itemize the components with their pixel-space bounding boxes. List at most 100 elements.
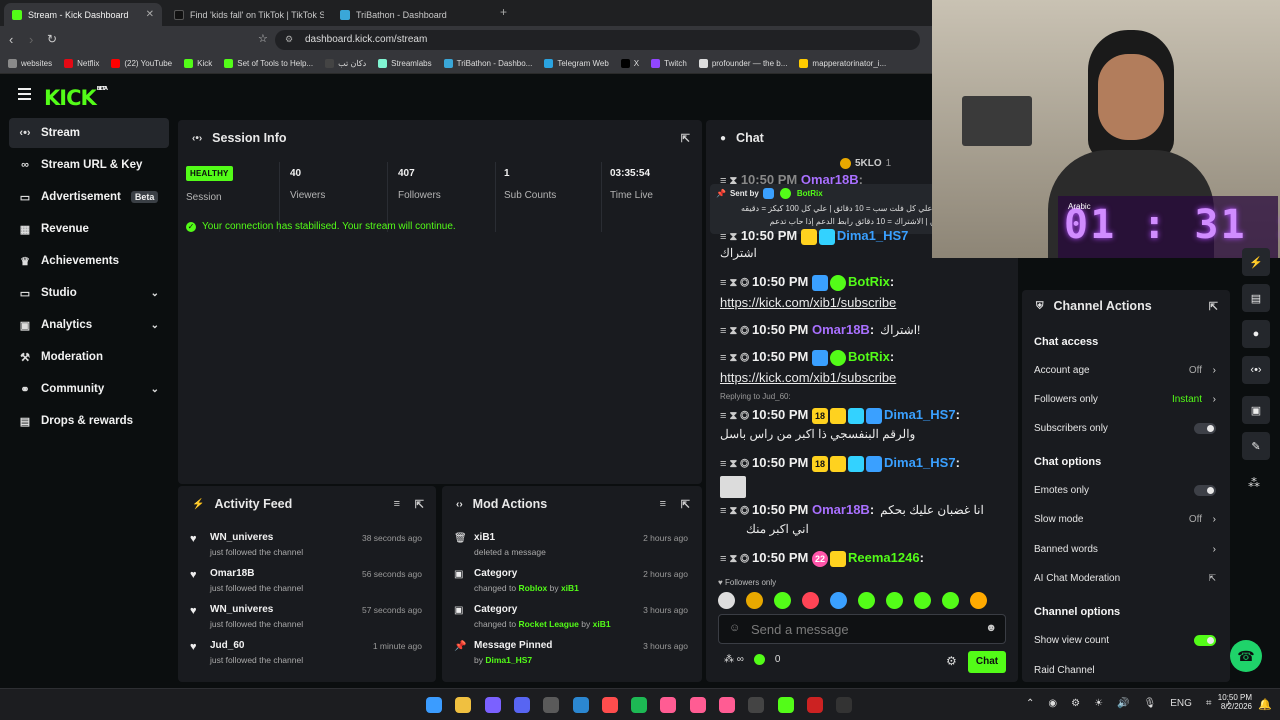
tray-volume-icon[interactable]: 🔊 — [1117, 698, 1129, 709]
app-icon[interactable] — [601, 697, 618, 713]
subscribers-only-toggle[interactable] — [1194, 422, 1216, 434]
message-user[interactable]: Dima1_HS7 — [884, 407, 956, 422]
app-icon[interactable] — [806, 697, 823, 713]
activity-row[interactable]: ♥ WN_univeres just followed the channel 38 … — [188, 530, 426, 564]
sidebar-item-advertisement[interactable]: ▭ Advertisement Beta — [9, 182, 169, 212]
quick-emote-icon[interactable] — [830, 592, 847, 609]
mod-tools-icon[interactable]: ≡ ⧗ ◎ — [720, 277, 752, 289]
bookmark-item[interactable]: Streamlabs — [378, 59, 432, 68]
mod-action-category[interactable]: Rocket League — [518, 619, 578, 629]
reload-icon[interactable]: ↻ — [47, 32, 57, 46]
sidebar-item-achievements[interactable]: ♛ Achievements — [9, 246, 169, 276]
rail-video-icon[interactable]: ▣ — [1242, 396, 1270, 424]
emotes-only-toggle[interactable] — [1194, 484, 1216, 496]
app-icon[interactable] — [689, 697, 706, 713]
mod-action-user[interactable]: xiB1 — [561, 583, 579, 593]
quick-emote-icon[interactable] — [886, 592, 903, 609]
quick-emote-icon[interactable] — [802, 592, 819, 609]
browser-tab-tribathon[interactable]: TriBathon - Dashboard — [332, 3, 490, 26]
menu-icon[interactable] — [18, 88, 31, 100]
bookmark-item[interactable]: profounder — the b... — [698, 59, 787, 68]
message-user[interactable]: Omar18B — [812, 502, 870, 517]
rail-notes-icon[interactable]: ▤ — [1242, 284, 1270, 312]
app-icon[interactable] — [484, 697, 501, 713]
followers-only-setting[interactable]: Followers only Instant › — [1034, 389, 1218, 409]
bookmark-item[interactable]: Twitch — [651, 59, 687, 68]
message-link[interactable]: https://kick.com/xib1/subscribe — [720, 295, 896, 310]
sidebar-item-moderation[interactable]: ⚒ Moderation — [9, 342, 169, 372]
kicks-leaderboard[interactable]: 5KLO 1 — [840, 158, 891, 169]
popout-icon[interactable]: ⇱ — [1209, 300, 1218, 313]
rail-broadcast-icon[interactable]: ‹•› — [1242, 356, 1270, 384]
account-age-setting[interactable]: Account age Off › — [1034, 360, 1218, 380]
app-icon[interactable] — [719, 697, 735, 713]
close-tab-icon[interactable]: ✕ — [146, 9, 154, 20]
slow-mode-setting[interactable]: Slow mode Off › — [1034, 509, 1218, 529]
mod-tools-icon[interactable]: ≡ ⧗ ◎ — [720, 410, 752, 422]
browser-tab-tiktok[interactable]: Find 'kids fall' on TikTok | TikTok Sear — [166, 3, 324, 26]
message-link[interactable]: https://kick.com/xib1/subscribe — [720, 370, 896, 385]
mod-action-user[interactable]: xiB1 — [593, 619, 611, 629]
points-icon[interactable]: ⁂ ∞ — [724, 654, 744, 665]
mod-action-category[interactable]: Roblox — [518, 583, 547, 593]
rail-apps-icon[interactable]: ⁂ — [1248, 476, 1260, 490]
rail-lightning-icon[interactable]: ⚡ — [1242, 248, 1270, 276]
tray-network-icon[interactable]: ⌗ — [1206, 698, 1212, 709]
activity-row[interactable]: ♥ Jud_60 just followed the channel 1 minute… — [188, 638, 426, 672]
activity-row[interactable]: ♥ WN_univeres just followed the channel 57 … — [188, 602, 426, 636]
sidebar-item-drops-rewards[interactable]: ▤ Drops & rewards — [9, 406, 169, 436]
tray-settings-icon[interactable]: ⚙ — [1071, 698, 1080, 709]
activity-user[interactable]: WN_univeres — [210, 532, 273, 543]
chat-input[interactable]: ☺ Send a message ☻ — [718, 614, 1006, 644]
tray-mic-icon[interactable]: 🎙 — [1144, 698, 1157, 709]
mod-action-user[interactable]: Dima1_HS7 — [485, 655, 532, 665]
ai-moderation-setting[interactable]: AI Chat Moderation ⇱ — [1034, 568, 1218, 588]
bookmark-item[interactable]: TriBathon - Dashbo... — [443, 59, 532, 68]
bookmark-item[interactable]: websites — [8, 59, 52, 68]
file-explorer-icon[interactable] — [455, 697, 472, 713]
mod-action-row[interactable]: ▣ Category changed to Roblox by xiB1 2 hour… — [452, 566, 692, 600]
mod-tools-icon[interactable]: ≡ ⧗ ◎ — [720, 505, 752, 517]
sidebar-item-stream[interactable]: ‹•› Stream — [9, 118, 169, 148]
mod-tools-icon[interactable]: ≡ ⧗ ◎ — [720, 352, 752, 364]
bookmark-item[interactable]: X — [620, 59, 639, 68]
emote-picker-icon[interactable]: ☻ — [985, 622, 997, 634]
windows-start-icon[interactable] — [426, 697, 442, 713]
popout-icon[interactable]: ⇱ — [681, 498, 690, 511]
bookmark-item[interactable]: Set of Tools to Help... — [224, 59, 313, 68]
activity-user[interactable]: WN_univeres — [210, 604, 273, 615]
tray-brightness-icon[interactable]: ☀ — [1094, 698, 1103, 709]
chrome-icon[interactable] — [543, 697, 560, 713]
back-icon[interactable]: ‹ — [9, 32, 13, 47]
chat-send-button[interactable]: Chat — [968, 651, 1006, 673]
bookmark-star-icon[interactable]: ☆ — [258, 32, 268, 45]
mod-tools-icon[interactable]: ≡ ⧗ ◎ — [720, 325, 752, 337]
rail-chat-icon[interactable]: ● — [1242, 320, 1270, 348]
mod-action-row[interactable]: 📌 Message Pinned by Dima1_HS7 3 hours ago — [452, 638, 692, 672]
message-user[interactable]: Dima1_HS7 — [884, 455, 956, 470]
support-headset-icon[interactable]: ☎ — [1230, 640, 1262, 672]
message-user[interactable]: Omar18B — [812, 322, 870, 337]
site-info-icon[interactable]: ⚙ — [285, 34, 293, 45]
chat-settings-icon[interactable]: ⚙ — [946, 654, 957, 668]
minecraft-icon[interactable] — [777, 697, 794, 713]
emoji-icon[interactable]: ☺ — [729, 622, 740, 634]
activity-row[interactable]: ♥ Omar18B just followed the channel 56 seco… — [188, 566, 426, 600]
message-user[interactable]: BotRix — [848, 349, 890, 364]
sidebar-item-analytics[interactable]: ▣ Analytics ⌄ — [9, 310, 169, 340]
quick-emote-icon[interactable] — [942, 592, 959, 609]
mod-tools-icon[interactable]: ≡ ⧗ ◎ — [720, 553, 752, 565]
activity-user[interactable]: Jud_60 — [210, 640, 244, 651]
bookmark-item[interactable]: دكان تب — [325, 59, 366, 68]
kick-logo[interactable]: KICKBETA — [44, 86, 108, 110]
popout-icon[interactable]: ⇱ — [415, 498, 424, 511]
bookmark-item[interactable]: mapperatorinator_i... — [799, 59, 886, 68]
sidebar-item-community[interactable]: ⚭ Community ⌄ — [9, 374, 169, 404]
message-user[interactable]: BotRix — [848, 274, 890, 289]
bookmark-item[interactable]: Telegram Web — [544, 59, 609, 68]
mod-action-row[interactable]: ▣ Category changed to Rocket League by xiB… — [452, 602, 692, 636]
reply-context[interactable]: Replying to Jud_60: — [720, 392, 791, 401]
forward-icon[interactable]: › — [29, 32, 33, 47]
sidebar-item-studio[interactable]: ▭ Studio ⌄ — [9, 278, 169, 308]
steam-icon[interactable] — [572, 697, 589, 713]
